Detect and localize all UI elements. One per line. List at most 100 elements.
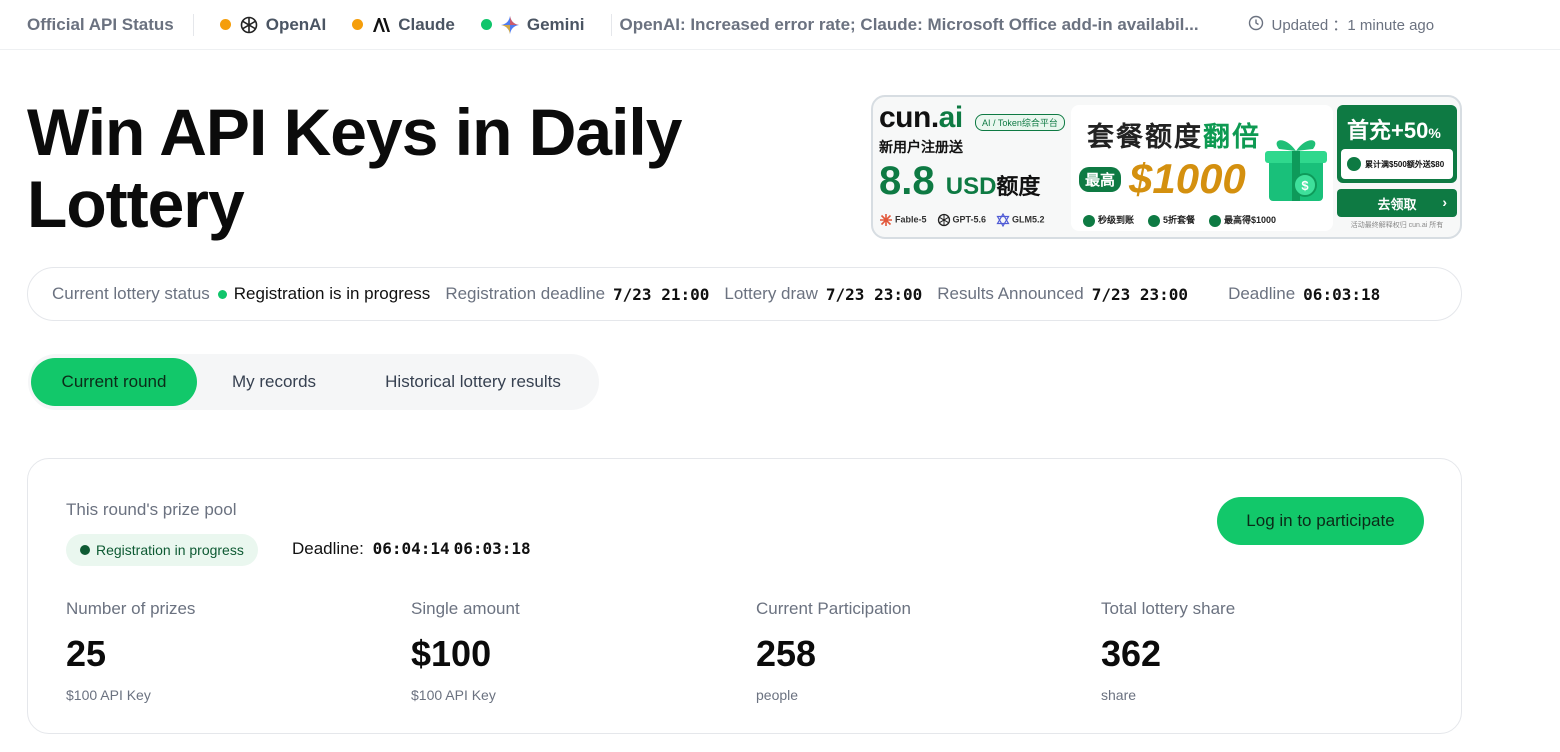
- results-value: 7/23 23:00: [1091, 284, 1189, 304]
- gift-box-icon: $: [1263, 129, 1329, 203]
- updated-label: Updated ：1 minute ago: [1271, 17, 1435, 34]
- gift-icon: [1347, 157, 1361, 171]
- page-title: Win API Keys in Daily Lottery: [27, 95, 682, 241]
- openai-icon: [239, 15, 259, 35]
- draw-value: 7/23 23:00: [825, 284, 923, 304]
- reg-deadline-label: Registration deadline: [445, 284, 606, 303]
- feature-item: 5折套餐: [1148, 213, 1195, 227]
- brand-prefix: cun.: [879, 101, 939, 134]
- status-dot: [217, 289, 227, 299]
- banner-footnote: 活动最终解释权归 cun.ai 所有: [1350, 222, 1444, 229]
- stat-unit: share: [1101, 687, 1137, 703]
- feature-item: 最高得$1000: [1209, 213, 1276, 227]
- first-charge-box: 首充+50% 累计满$500额外送$80: [1337, 105, 1457, 183]
- asterisk-icon: [879, 213, 893, 227]
- stat-unit: people: [756, 687, 799, 703]
- incident-summary[interactable]: OpenAI: Increased error rate; Claude: Mi…: [620, 15, 1232, 35]
- banner-middle-panel: 套餐额度翻倍 最高 $1000 $ 秒级到账 5折套餐 最高得$1000: [1071, 105, 1333, 231]
- status-badge-label: Registration in progress: [96, 542, 244, 558]
- card-deadline-b: 06:03:18: [453, 539, 531, 558]
- card-deadline-label: Deadline:: [292, 539, 364, 558]
- tab-my-records[interactable]: My records: [206, 358, 342, 406]
- model-name: Fable-5: [895, 214, 927, 225]
- headline-b: 翻倍: [1203, 122, 1261, 152]
- lottery-status-label: Current lottery status: [52, 284, 210, 303]
- svg-text:$: $: [1301, 178, 1309, 193]
- brand-suffix: ai: [938, 101, 964, 134]
- bonus-note: 累计满$500额外送$80: [1341, 149, 1453, 179]
- first-charge-pct: %: [1428, 125, 1441, 141]
- claim-label: 去领取: [1377, 196, 1417, 212]
- tab-historical-results[interactable]: Historical lottery results: [358, 358, 588, 406]
- stat-value: 258: [756, 633, 817, 674]
- glm-icon: [996, 212, 1010, 228]
- lottery-status-bar: Current lottery status Registration is i…: [27, 267, 1462, 321]
- claim-button[interactable]: 去领取 ›: [1337, 189, 1457, 217]
- status-bar-title[interactable]: Official API Status: [27, 15, 174, 35]
- provider-name: Gemini: [526, 14, 585, 34]
- banner-left-panel: cun.ai AI / Token综合平台 新用户注册送 8.8 USD额度 F…: [879, 101, 1065, 231]
- prize-pool-label: This round's prize pool: [66, 500, 237, 519]
- first-charge-text: 首充+50: [1347, 118, 1429, 143]
- stat-single-amount: Single amount $100 $100 API Key: [411, 599, 520, 703]
- model-name: GPT-5.6: [952, 214, 987, 225]
- model-item: GLM5.2: [996, 212, 1045, 228]
- max-badge: 最高: [1079, 167, 1122, 192]
- gift-icon: [1148, 214, 1161, 227]
- stat-label: Number of prizes: [66, 599, 196, 618]
- round-tabs: Current round My records Historical lott…: [28, 354, 599, 410]
- feature-label: 5折套餐: [1163, 215, 1196, 225]
- status-dot: [352, 19, 364, 30]
- status-dot: [480, 19, 492, 30]
- first-charge-title: 首充+50%: [1347, 113, 1441, 145]
- stat-current-participation: Current Participation 258 people: [756, 599, 911, 703]
- model-name: GLM5.2: [1012, 214, 1045, 225]
- results-label: Results Announced: [937, 284, 1084, 303]
- stat-total-lottery-share: Total lottery share 362 share: [1101, 599, 1235, 703]
- stat-label: Total lottery share: [1101, 599, 1236, 618]
- stat-value: 362: [1101, 633, 1162, 674]
- updated-time: Updated ：1 minute ago: [1248, 14, 1435, 35]
- promo-banner[interactable]: cun.ai AI / Token综合平台 新用户注册送 8.8 USD额度 F…: [871, 95, 1462, 239]
- provider-name: Claude: [398, 14, 455, 34]
- provider-gemini[interactable]: Gemini: [480, 14, 585, 35]
- provider-name: OpenAI: [265, 14, 327, 34]
- provider-claude[interactable]: Claude: [352, 15, 455, 35]
- api-status-bar: Official API Status OpenAI Claude Gemini…: [0, 0, 1560, 50]
- feature-label: 最高得$1000: [1224, 215, 1277, 225]
- login-to-participate-button[interactable]: Log in to participate: [1217, 497, 1424, 545]
- status-dot: [219, 19, 231, 30]
- bonus-note-text: 累计满$500额外送$80: [1365, 159, 1445, 169]
- anthropic-icon: [371, 15, 391, 35]
- stat-label: Single amount: [411, 599, 520, 618]
- status-badge: Registration in progress: [66, 534, 258, 566]
- model-item: GPT-5.6: [937, 213, 987, 227]
- stat-label: Current Participation: [756, 599, 911, 618]
- card-deadline: Deadline: 06:04:14 06:03:18: [292, 539, 531, 559]
- stat-number-of-prizes: Number of prizes 25 $100 API Key: [66, 599, 195, 703]
- provider-openai[interactable]: OpenAI: [219, 14, 327, 35]
- banner-models: Fable-5 GPT-5.6 GLM5.2: [879, 212, 1064, 228]
- gemini-icon: [500, 15, 520, 35]
- divider: [192, 13, 194, 36]
- divider: [610, 13, 612, 36]
- max-amount: $1000: [1129, 155, 1246, 202]
- feature-item: 秒级到账: [1083, 213, 1134, 227]
- banner-usd-amount: 8.8 USD额度: [879, 159, 1064, 209]
- banner-tag: AI / Token综合平台: [975, 114, 1065, 131]
- lottery-status-value: Registration is in progress: [233, 284, 431, 303]
- prize-pool-card: This round's prize pool Registration in …: [27, 458, 1462, 734]
- status-dot: [80, 545, 90, 555]
- stat-unit: $100 API Key: [66, 687, 151, 703]
- clock-icon: [1248, 15, 1264, 35]
- stat-unit: $100 API Key: [411, 687, 496, 703]
- openai-icon: [937, 213, 951, 227]
- usd-suffix: 额度: [996, 174, 1041, 199]
- deadline-countdown: 06:03:18: [1303, 284, 1381, 304]
- model-item: Fable-5: [879, 213, 927, 227]
- chevron-right-icon: ›: [1442, 194, 1447, 210]
- usd-unit: USD: [945, 173, 997, 200]
- stat-value: $100: [411, 633, 492, 674]
- tab-current-round[interactable]: Current round: [31, 358, 197, 406]
- reg-deadline-value: 7/23 21:00: [613, 284, 710, 304]
